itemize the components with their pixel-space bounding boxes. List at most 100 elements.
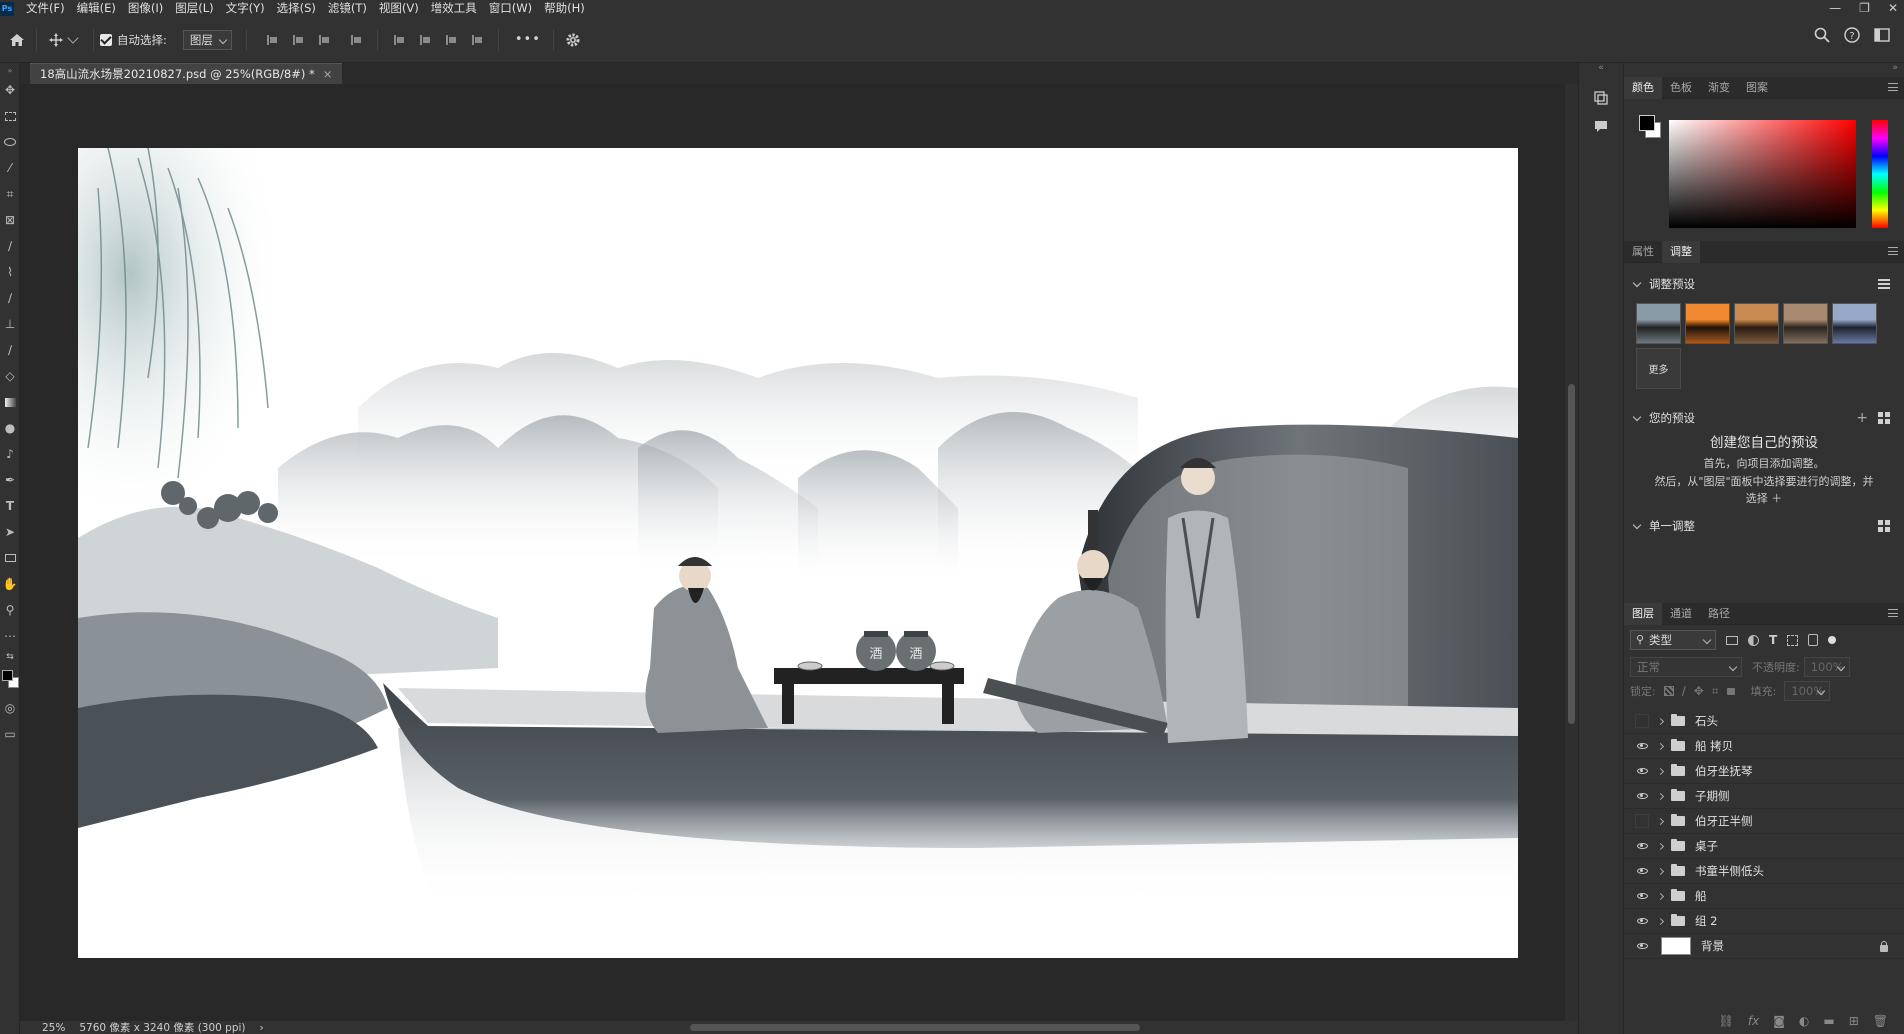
eyedropper-icon[interactable]: ∕	[0, 233, 20, 259]
distribute-v-icon[interactable]	[466, 29, 488, 51]
menu-filter[interactable]: 滤镜(T)	[322, 0, 373, 17]
foreground-swatch[interactable]	[1639, 115, 1655, 131]
history-icon[interactable]	[1586, 85, 1616, 111]
eye-icon[interactable]	[1631, 835, 1653, 857]
align-bottom-icon[interactable]	[440, 29, 462, 51]
eye-icon[interactable]	[1631, 910, 1653, 932]
gear-icon[interactable]	[560, 27, 586, 53]
tab-color[interactable]: 颜色	[1624, 76, 1662, 99]
layer-row[interactable]: 背景	[1624, 934, 1904, 959]
layer-row[interactable]: 子期侧	[1624, 784, 1904, 809]
zoom-tool-icon[interactable]: ⚲	[0, 597, 20, 623]
document-info[interactable]: 5760 像素 x 3240 像素 (300 ppi)	[79, 1020, 245, 1034]
hue-slider[interactable]	[1872, 120, 1888, 228]
chevron-right-icon[interactable]	[1655, 817, 1665, 825]
preset-thumb[interactable]	[1685, 303, 1730, 344]
frame-tool-icon[interactable]: ⊠	[0, 207, 20, 233]
menu-image[interactable]: 图像(I)	[122, 0, 169, 17]
menu-window[interactable]: 窗口(W)	[483, 0, 538, 17]
adjustment-icon[interactable]: ◐	[1799, 1014, 1809, 1028]
filter-type-icon[interactable]: T	[1769, 633, 1777, 647]
layer-row[interactable]: 伯牙坐抚琴	[1624, 759, 1904, 784]
filter-smart-icon[interactable]	[1808, 634, 1819, 646]
stamp-tool-icon[interactable]: ⊥	[0, 311, 20, 337]
lasso-tool-icon[interactable]	[0, 129, 20, 155]
tab-layers[interactable]: 图层	[1624, 602, 1662, 625]
workspace-icon[interactable]	[1874, 28, 1892, 45]
filter-pixel-icon[interactable]	[1726, 635, 1738, 645]
help-icon[interactable]: ?	[1844, 27, 1860, 46]
tab-adjustments[interactable]: 调整	[1662, 240, 1700, 263]
scroll-thumb[interactable]	[1568, 384, 1575, 724]
document-tab[interactable]: 18高山流水场景20210827.psd @ 25%(RGB/8#) * ×	[30, 63, 343, 84]
marquee-tool-icon[interactable]	[0, 103, 20, 129]
search-icon[interactable]	[1814, 27, 1830, 46]
horizontal-scroll-thumb[interactable]	[690, 1024, 1140, 1031]
rectangle-tool-icon[interactable]	[0, 545, 20, 571]
fill-input[interactable]: 100%	[1784, 681, 1831, 701]
tab-gradients[interactable]: 渐变	[1700, 77, 1738, 99]
preset-thumb[interactable]	[1783, 303, 1828, 344]
eye-icon[interactable]	[1631, 760, 1653, 782]
tab-paths[interactable]: 路径	[1700, 603, 1738, 625]
hand-tool-icon[interactable]: ✋	[0, 571, 20, 597]
tab-swatches[interactable]: 色板	[1662, 77, 1700, 99]
vertical-scrollbar[interactable]	[1565, 84, 1578, 1021]
more-presets-button[interactable]: 更多	[1636, 348, 1681, 389]
blend-mode-dropdown[interactable]: 正常	[1630, 657, 1742, 677]
auto-select-mode-dropdown[interactable]: 图层	[182, 29, 232, 50]
eye-icon[interactable]	[1631, 860, 1653, 882]
grid-view-icon[interactable]	[1878, 412, 1890, 424]
auto-select-checkbox[interactable]	[100, 33, 112, 46]
minimize-button[interactable]: —	[1829, 0, 1841, 17]
chevron-right-icon[interactable]	[1655, 867, 1665, 875]
more-options-icon[interactable]: •••	[515, 32, 541, 47]
pen-tool-icon[interactable]: ✒	[0, 467, 20, 493]
new-layer-icon[interactable]: ⊞	[1849, 1014, 1859, 1028]
preset-thumb[interactable]	[1636, 303, 1681, 344]
layer-row[interactable]: 组 2	[1624, 909, 1904, 934]
close-window-button[interactable]: ✕	[1888, 0, 1898, 17]
eye-hidden-box[interactable]	[1631, 810, 1653, 832]
panel-menu-icon[interactable]	[1888, 609, 1898, 617]
align-right-icon[interactable]	[313, 29, 335, 51]
trash-icon[interactable]: 🗑	[1873, 1014, 1888, 1028]
link-icon[interactable]: ⛓	[1719, 1014, 1734, 1028]
your-presets-header[interactable]: 您的预设 +	[1624, 407, 1904, 429]
panel-menu-icon[interactable]	[1888, 83, 1898, 91]
type-tool-icon[interactable]: T	[0, 493, 20, 519]
lock-artboard-icon[interactable]: ⌗	[1712, 684, 1719, 699]
zoom-level[interactable]: 25%	[42, 1022, 65, 1034]
group-icon[interactable]: ▬	[1823, 1014, 1834, 1028]
single-adjust-header[interactable]: 单一调整	[1624, 515, 1904, 537]
chevron-right-icon[interactable]	[1655, 892, 1665, 900]
menu-view[interactable]: 视图(V)	[373, 0, 425, 17]
move-tool-icon[interactable]	[43, 27, 69, 53]
lock-position-icon[interactable]: ✥	[1694, 684, 1704, 698]
quick-mask-icon[interactable]: ◎	[0, 695, 20, 721]
distribute-h-icon[interactable]	[345, 29, 367, 51]
collapse-icon[interactable]: »	[1892, 63, 1898, 73]
blur-tool-icon[interactable]: ●	[0, 415, 20, 441]
chevron-right-icon[interactable]	[1655, 742, 1665, 750]
layer-row[interactable]: 伯牙正半侧	[1624, 809, 1904, 834]
fx-icon[interactable]: fx	[1748, 1014, 1759, 1028]
panel-menu-icon[interactable]	[1888, 247, 1898, 255]
mask-icon[interactable]: ◙	[1773, 1014, 1785, 1028]
swap-colors-icon[interactable]: ⇆	[0, 649, 20, 665]
chevron-right-icon[interactable]	[1655, 842, 1665, 850]
layer-row[interactable]: 石头	[1624, 709, 1904, 734]
layer-row[interactable]: 桌子	[1624, 834, 1904, 859]
menu-type[interactable]: 文字(Y)	[220, 0, 271, 17]
history-brush-icon[interactable]: ∕	[0, 337, 20, 363]
preset-thumb[interactable]	[1734, 303, 1779, 344]
chevron-right-icon[interactable]	[1655, 717, 1665, 725]
magic-wand-icon[interactable]: ⁄	[0, 155, 20, 181]
status-arrow-icon[interactable]: ›	[260, 1022, 264, 1034]
filter-toggle-icon[interactable]	[1828, 636, 1837, 644]
chevron-right-icon[interactable]	[1655, 767, 1665, 775]
restore-button[interactable]: ❐	[1859, 0, 1870, 17]
color-field[interactable]	[1669, 120, 1856, 228]
presets-header[interactable]: 调整预设	[1624, 273, 1904, 295]
align-vcenter-icon[interactable]	[414, 29, 436, 51]
